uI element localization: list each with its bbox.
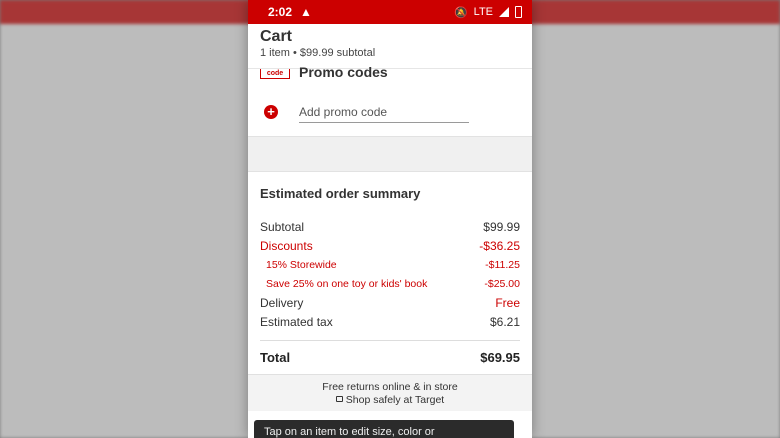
delivery-label: Delivery — [260, 295, 304, 310]
discount-toy-row: Save 25% on one toy or kids' book -$25.0… — [260, 274, 520, 293]
status-bar: 2:02 ▲ 🔕 LTE — [248, 0, 532, 24]
subtotal-row: Subtotal $99.99 — [260, 217, 520, 236]
tax-row: Estimated tax $6.21 — [260, 312, 520, 331]
signal-icon — [499, 7, 509, 17]
discount-toy-label: Save 25% on one toy or kids' book — [266, 277, 428, 290]
delivery-row: Delivery Free — [260, 293, 520, 312]
status-time: 2:02 — [268, 5, 293, 19]
cart-title: Cart — [260, 28, 293, 45]
discount-toy-value: -$25.00 — [484, 277, 520, 290]
shop-safely-label: Shop safely at Target — [345, 394, 445, 406]
alert-triangle-icon: ▲ — [300, 5, 312, 19]
add-promo-icon[interactable]: + — [264, 105, 278, 119]
network-label: LTE — [473, 6, 493, 18]
discount-storewide-row: 15% Storewide -$11.25 — [260, 255, 520, 274]
free-returns-text: Free returns online & in store — [322, 381, 458, 393]
cart-subtitle: 1 item • $99.99 subtotal — [260, 47, 376, 59]
phone-screen: 2:02 ▲ 🔕 LTE Cart 1 item • $99.99 subtot… — [248, 0, 532, 438]
order-summary: Estimated order summary Subtotal $99.99 … — [248, 186, 532, 365]
mute-icon: 🔕 — [453, 6, 468, 19]
promo-title: Promo codes — [299, 64, 388, 80]
tax-label: Estimated tax — [260, 314, 333, 329]
discounts-label: Discounts — [260, 238, 313, 253]
edit-item-toast: Tap on an item to edit size, color or — [254, 420, 514, 438]
summary-title: Estimated order summary — [260, 186, 421, 201]
battery-icon — [515, 6, 522, 18]
delivery-value: Free — [495, 295, 520, 310]
returns-footer: Free returns online & in store Shop safe… — [248, 374, 532, 411]
discount-storewide-value: -$11.25 — [485, 258, 520, 271]
discounts-value: -$36.25 — [479, 238, 520, 253]
shop-safely-link[interactable]: Shop safely at Target — [248, 394, 532, 406]
subtotal-label: Subtotal — [260, 219, 305, 234]
total-row: Total $69.95 — [260, 350, 520, 365]
total-label: Total — [260, 350, 291, 365]
discount-storewide-label: 15% Storewide — [266, 258, 337, 271]
summary-divider — [260, 340, 520, 341]
add-promo-code-input[interactable]: Add promo code — [299, 105, 469, 123]
section-gap — [248, 136, 532, 172]
promo-section: code Promo codes + Add promo code — [248, 64, 532, 136]
subtotal-value: $99.99 — [483, 219, 520, 234]
tax-value: $6.21 — [489, 314, 520, 329]
promo-code-icon: code — [260, 69, 290, 79]
lock-icon — [335, 396, 343, 402]
cart-header: Cart 1 item • $99.99 subtotal — [248, 24, 532, 69]
discounts-row: Discounts -$36.25 — [260, 236, 520, 255]
total-value: $69.95 — [480, 350, 520, 365]
